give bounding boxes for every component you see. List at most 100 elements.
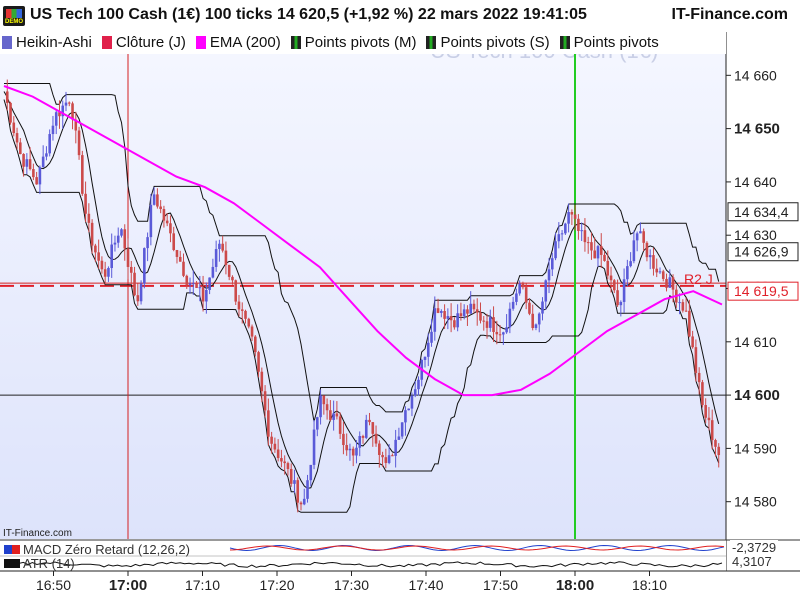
- candle-body: [84, 193, 87, 214]
- candle-body: [381, 454, 384, 458]
- candle-body: [590, 242, 593, 251]
- candle-body: [430, 331, 433, 343]
- legend-item[interactable]: EMA (200): [194, 32, 281, 54]
- candle-body: [276, 449, 280, 459]
- candle-body: [116, 235, 120, 243]
- candle-body: [126, 248, 130, 267]
- candle-body: [684, 310, 688, 312]
- candle-body: [175, 249, 179, 257]
- y-tick-label: 14 580: [734, 494, 777, 510]
- candle-body: [15, 133, 19, 143]
- legend-item[interactable]: Points pivots (M): [289, 32, 416, 54]
- candle-body: [240, 309, 244, 311]
- candle-body: [502, 332, 505, 335]
- candle-body: [19, 142, 22, 154]
- candle-body: [358, 436, 362, 448]
- candle-body: [283, 461, 286, 464]
- candle-body: [577, 218, 580, 231]
- candle-body: [599, 246, 603, 255]
- candle-body: [391, 455, 394, 457]
- candle-body: [606, 260, 610, 276]
- x-tick-label: 17:50: [483, 577, 518, 593]
- candle-body: [247, 318, 251, 327]
- candle-body: [120, 229, 123, 236]
- watermark: IT-Finance.com: [3, 528, 72, 539]
- y-tick-label: 14 610: [734, 334, 777, 350]
- atr-label: ATR (14): [4, 556, 75, 571]
- candle-body: [426, 342, 430, 357]
- candle-body: [564, 223, 567, 234]
- x-tick-label: 17:30: [334, 577, 369, 593]
- price-chart[interactable]: US Tech 100 Cash (1€) R2 J 14 58014 5901…: [0, 0, 800, 600]
- candle-body: [384, 457, 388, 463]
- candle-body: [371, 422, 375, 434]
- candle-body: [38, 167, 42, 185]
- candle-body: [48, 134, 51, 154]
- candle-body: [446, 316, 450, 319]
- atr-icon: [4, 559, 20, 568]
- candle-body: [129, 266, 133, 273]
- candle-body: [417, 379, 420, 390]
- y-tick-label: 14 600: [734, 387, 780, 404]
- x-tick-label: 17:10: [185, 577, 220, 593]
- candle-body: [267, 410, 270, 437]
- candle-body: [214, 249, 218, 267]
- candle-body: [436, 308, 440, 313]
- candle-body: [550, 258, 554, 270]
- y-tick-label: 14 660: [734, 67, 777, 83]
- candle-body: [123, 229, 127, 249]
- candle-body: [567, 212, 570, 224]
- x-tick-label: 17:00: [109, 577, 147, 594]
- candle-body: [400, 422, 404, 437]
- x-tick-label: 18:00: [556, 577, 594, 594]
- candle-body: [188, 283, 192, 285]
- candle-body: [704, 405, 707, 418]
- candle-body: [681, 302, 685, 311]
- candle-body: [404, 410, 407, 423]
- candle-body: [701, 382, 704, 406]
- y-tick-label: 14 630: [734, 227, 777, 243]
- candle-body: [469, 303, 472, 314]
- candle-body: [87, 213, 91, 223]
- candle-body: [492, 317, 495, 332]
- candle-body: [51, 125, 55, 135]
- legend-item[interactable]: Points pivots: [558, 32, 659, 54]
- candle-body: [573, 214, 577, 219]
- candle-body: [195, 283, 198, 288]
- candle-body: [64, 102, 68, 106]
- candle-body: [81, 155, 84, 194]
- candle-body: [178, 256, 182, 262]
- candle-body: [162, 209, 166, 221]
- candle-body: [335, 413, 339, 417]
- candle-body: [139, 283, 143, 302]
- candle-body: [172, 233, 176, 250]
- demo-badge: DEMO: [3, 6, 25, 26]
- macd-icon: [4, 545, 20, 554]
- candle-body: [12, 122, 16, 134]
- candle-body: [244, 310, 247, 319]
- candle-body: [456, 313, 459, 328]
- candle-body: [515, 293, 518, 302]
- legend-swatch-icon: [101, 36, 112, 49]
- legend-swatch-icon: [426, 36, 437, 49]
- legend-item[interactable]: Heikin-Ashi: [0, 32, 92, 54]
- candle-body: [570, 212, 574, 215]
- candle-body: [110, 244, 113, 269]
- candle-body: [67, 102, 71, 104]
- candle-body: [191, 283, 195, 285]
- candle-body: [524, 287, 528, 303]
- candle-body: [466, 309, 469, 314]
- candle-body: [136, 295, 140, 302]
- candle-body: [475, 309, 479, 313]
- atr-value: 4,3107: [730, 554, 774, 569]
- candle-body: [289, 468, 293, 484]
- macd-value: -2,3729: [730, 540, 779, 555]
- candle-body: [671, 277, 675, 290]
- legend-item[interactable]: Clôture (J): [100, 32, 186, 54]
- candle-body: [717, 446, 721, 456]
- candle-body: [397, 436, 401, 440]
- legend-item[interactable]: Points pivots (S): [424, 32, 550, 54]
- price-label: 14 634,4: [734, 204, 789, 220]
- candle-body: [423, 356, 427, 360]
- candle-body: [505, 327, 508, 333]
